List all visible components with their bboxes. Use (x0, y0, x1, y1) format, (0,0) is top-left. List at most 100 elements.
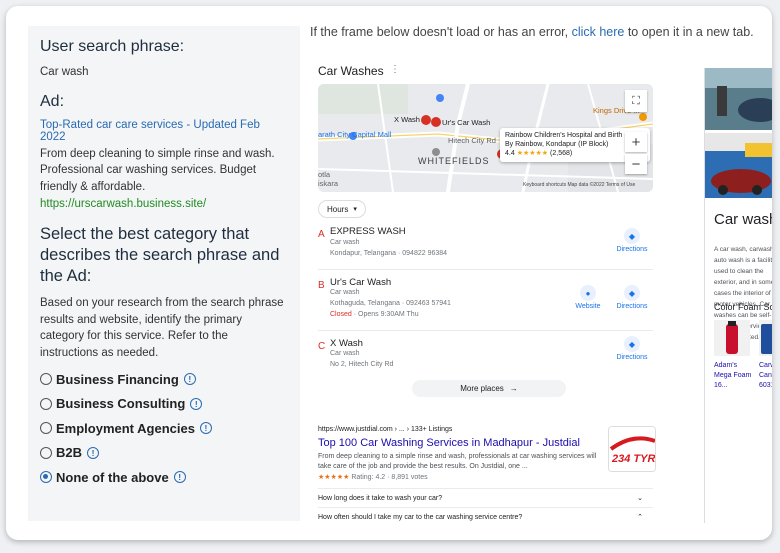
listing-address: No 2, Hitech City Rd (330, 361, 394, 368)
map-label: X Wash (394, 115, 420, 124)
more-options-icon[interactable]: ⋮ (390, 64, 400, 75)
local-listing[interactable]: A EXPRESS WASH Car wash Kondapur, Telang… (318, 226, 653, 271)
star-icons: ★★★★★ (516, 150, 549, 157)
divider (318, 269, 653, 270)
fullscreen-icon[interactable]: ⛶ (625, 90, 647, 112)
map-label: Ur's Car Wash (442, 118, 491, 127)
info-icon[interactable]: ! (190, 397, 203, 410)
radio-button[interactable] (40, 446, 52, 459)
listing-address: Kothaguda, Telangana · 092463 57941 (330, 300, 451, 307)
thumb-text: 234 TYRE (611, 453, 656, 465)
star-icons: ★★★★★ (318, 474, 350, 481)
open-new-tab-link[interactable]: click here (572, 25, 625, 39)
frame-note: If the frame below doesn't load or has a… (310, 25, 754, 39)
directions-button[interactable]: ◆ Directions (612, 285, 652, 310)
product-image (759, 320, 772, 356)
result-title-link[interactable]: Top 100 Car Washing Services in Madhapur… (318, 437, 658, 449)
option-label: None of the above (56, 469, 169, 485)
option-business-consulting[interactable]: Business Consulting ! (40, 392, 288, 417)
result-thumbnail[interactable]: 234 TYRE (608, 426, 656, 472)
search-phrase-heading: User search phrase: (40, 38, 185, 55)
arrow-right-icon: → (509, 384, 518, 393)
category-heading: Select the best category that describes … (40, 225, 280, 285)
car-wash-photos (705, 68, 772, 198)
organic-result: https://www.justdial.com › ... › 133+ Li… (318, 426, 658, 481)
radio-button-selected[interactable] (40, 471, 52, 484)
result-snippet: From deep cleaning to a simple rinse and… (318, 453, 597, 470)
product-image (714, 320, 750, 356)
result-url[interactable]: https://www.justdial.com › ... › 133+ Li… (318, 426, 658, 433)
tyre-logo-image: 234 TYRE (609, 427, 656, 471)
option-business-financing[interactable]: Business Financing ! (40, 367, 288, 392)
hours-label: Hours (327, 204, 349, 214)
product-card[interactable]: Carw Cann 6031 (759, 320, 772, 391)
product-name: Adam's Mega Foam 16... (714, 362, 752, 389)
option-none-of-the-above[interactable]: None of the above ! (40, 465, 288, 490)
result-rating: ★★★★★ Rating: 4.2 · 8,891 votes (318, 473, 658, 481)
option-employment-agencies[interactable]: Employment Agencies ! (40, 416, 288, 441)
search-phrase: Car wash (40, 66, 89, 78)
directions-label: Directions (616, 246, 648, 253)
product-card[interactable]: Adam's Mega Foam 16... (714, 320, 754, 391)
listing-name[interactable]: EXPRESS WASH (330, 226, 406, 237)
website-button[interactable]: ● Website (568, 285, 608, 310)
ad-heading: Ad: (40, 92, 65, 110)
directions-label: Directions (616, 303, 648, 310)
radio-button[interactable] (40, 422, 52, 435)
closed-status: Closed (330, 311, 352, 318)
option-label: Business Consulting (56, 396, 186, 412)
chevron-up-icon: ⌃ (637, 514, 643, 521)
map[interactable]: Kings Drive-in X Wash Ur's Car Wash arat… (318, 84, 653, 192)
rating-text: Rating: 4.2 · 8,891 votes (351, 474, 428, 481)
listing-address: Kondapur, Telangana · 094822 96384 (330, 250, 448, 257)
map-label: arath City Capital Mall (318, 130, 392, 139)
radio-button[interactable] (40, 397, 52, 410)
info-icon[interactable]: ! (183, 373, 196, 386)
category-options: Business Financing ! Business Consulting… (40, 367, 288, 490)
listing-type: Car wash (330, 239, 360, 246)
instructions-text: Based on your research from the search p… (40, 297, 284, 359)
option-b2b[interactable]: B2B ! (40, 441, 288, 466)
info-icon[interactable]: ! (199, 422, 212, 435)
more-places-button[interactable]: More places → (412, 380, 566, 397)
knowledge-section-title: Color Foam Soap (714, 302, 772, 312)
info-icon[interactable]: ! (173, 471, 186, 484)
listing-name[interactable]: Ur's Car Wash (330, 277, 391, 288)
directions-button[interactable]: ◆ Directions (612, 228, 652, 253)
zoom-in-button[interactable]: + (625, 132, 647, 152)
tooltip-sub: By Rainbow, Kondapur (IP Block) (505, 141, 609, 148)
local-listing[interactable]: C X Wash Car wash No 2, Hitech City Rd ◆… (318, 336, 653, 378)
info-icon[interactable]: ! (87, 446, 100, 459)
tooltip-count: (2,568) (550, 150, 573, 157)
pin-letter: B (318, 280, 325, 291)
survey-card: User search phrase: Car wash Ad: Top-Rat… (6, 6, 772, 540)
map-label: iskara (318, 179, 339, 188)
ad-body: From deep cleaning to simple rinse and w… (40, 147, 275, 193)
listing-hours: Closed · Opens 9:30AM Thu (330, 311, 419, 318)
divider (318, 330, 653, 331)
caret-down-icon: ▾ (353, 206, 357, 213)
faq-item[interactable]: How long does it take to wash your car? … (318, 488, 653, 507)
local-listing[interactable]: B Ur's Car Wash Car wash Kothaguda, Tela… (318, 277, 653, 332)
listing-name[interactable]: X Wash (330, 338, 363, 349)
tooltip-rating-row: 4.4 ★★★★★ (2,568) (505, 149, 645, 158)
knowledge-title: Car wash (714, 211, 772, 228)
map-label: otla (318, 170, 331, 179)
radio-button[interactable] (40, 373, 52, 386)
hours-filter[interactable]: Hours ▾ (318, 200, 366, 218)
directions-icon: ◆ (624, 285, 640, 301)
globe-icon: ● (580, 285, 596, 301)
map-label: WHITEFIELDS (418, 156, 490, 166)
pin-letter: C (318, 341, 326, 352)
local-pack-title: Car Washes (318, 64, 384, 78)
option-label: Business Financing (56, 371, 179, 387)
website-label: Website (575, 303, 601, 310)
ad-url: https://urscarwash.business.site/ (40, 198, 207, 210)
pin-letter: A (318, 229, 325, 240)
opens-time: · Opens 9:30AM Thu (351, 311, 419, 318)
directions-button[interactable]: ◆ Directions (612, 336, 652, 361)
faq-item[interactable]: How often should I take my car to the ca… (318, 507, 653, 526)
zoom-out-button[interactable]: − (625, 154, 647, 174)
tooltip-rating: 4.4 (505, 150, 515, 157)
map-label: Hitech City Rd (448, 136, 496, 145)
